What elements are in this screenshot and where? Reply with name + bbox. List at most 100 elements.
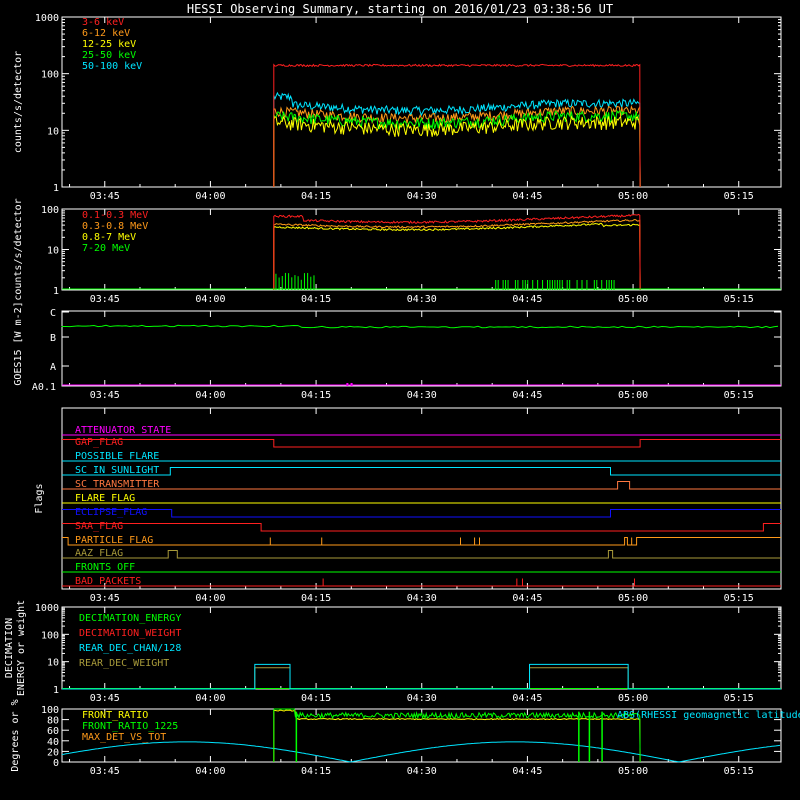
page-title: HESSI Observing Summary, starting on 201…: [187, 2, 613, 16]
legend-entry: 12-25 keV: [82, 39, 136, 50]
legend-entry: 0.3-0.8 MeV: [82, 221, 148, 232]
goes-mark: [350, 383, 353, 386]
y-tick-label: C: [50, 308, 56, 319]
y-tick-label: 80: [47, 716, 59, 727]
legend-entry: DECIMATION_WEIGHT: [79, 628, 181, 639]
x-tick-label: 04:30: [407, 693, 437, 704]
flag-line: [62, 439, 781, 448]
flag-label: BAD_PACKETS: [75, 576, 141, 587]
x-tick-label: 04:45: [512, 390, 542, 401]
x-tick-label: 05:00: [618, 191, 648, 202]
flag-label: SAA_FLAG: [75, 521, 123, 532]
x-tick-label: 04:15: [301, 693, 331, 704]
y-tick-label: 10: [47, 126, 59, 137]
x-tick-label: 04:30: [407, 766, 437, 777]
panel-goes: 03:45 04:00 04:15 04:30 04:45 05:00 05:15 A0.1 A…: [13, 301, 782, 401]
y-tick-label: 1: [53, 685, 59, 696]
legend-entry: 6-12 keV: [82, 28, 130, 39]
legend-entry: 0.1-0.3 MeV: [82, 210, 148, 221]
flag-line: [62, 523, 781, 532]
goes-mark: [346, 383, 349, 386]
legend-entry: 3-6 keV: [82, 17, 124, 28]
y-tick-label: 10: [47, 658, 59, 669]
plot-frame: [61, 208, 782, 291]
y-tick-label: 20: [47, 747, 59, 758]
x-tick-label: 05:15: [724, 693, 754, 704]
observing-summary-figure: HESSI Observing Summary, starting on 201…: [4, 2, 800, 777]
x-tick-label: 04:30: [407, 593, 437, 604]
x-tick-label: 04:00: [195, 191, 225, 202]
panel-lightcurve-high: 03:45 04:00 04:15 04:30 04:45 05:00 05:15 1 10 10…: [13, 198, 782, 305]
legend-entry: REAR_DEC_CHAN/128: [79, 643, 181, 654]
y-tick-label: 0: [53, 758, 59, 769]
y-tick-label: 100: [41, 630, 59, 641]
panel-flags: 03:45 04:00 04:15 04:30 04:45 05:00 05:15 Flags…: [34, 407, 782, 604]
flag-label: AAZ_FLAG: [75, 548, 123, 559]
legend-entry: 25-50 keV: [82, 50, 136, 61]
x-tick-label: 03:45: [90, 593, 120, 604]
x-tick-label: 03:45: [90, 294, 120, 305]
series-line-0.3-0.8: [273, 218, 641, 291]
y-tick-label: 1000: [35, 603, 59, 614]
geomagnetic-latitude-line: [61, 741, 781, 763]
legend-entry: 50-100 keV: [82, 61, 142, 72]
flag-label: ECLIPSE_FLAG: [75, 507, 147, 518]
flag-line: [62, 467, 781, 476]
legend-entry: 0.8-7 MeV: [82, 232, 136, 243]
x-tick-label: 04:15: [301, 766, 331, 777]
flag-label: ATTENUATOR_STATE: [75, 425, 171, 436]
x-tick-label: 04:15: [301, 593, 331, 604]
flag-line: [62, 481, 781, 490]
x-tick-label: 03:45: [90, 766, 120, 777]
y-tick-label: B: [50, 333, 56, 344]
x-tick-label: 04:15: [301, 390, 331, 401]
y-tick-label: 100: [41, 70, 59, 81]
legend-entry: MAX_DET_VS_TOT: [82, 732, 166, 743]
x-tick-label: 04:00: [195, 390, 225, 401]
flag-label: PARTICLE_FLAG: [75, 535, 153, 546]
series-line-12-25: [273, 114, 641, 188]
x-tick-label: 05:15: [724, 191, 754, 202]
x-tick-label: 04:45: [512, 693, 542, 704]
y-tick-label: 100: [41, 705, 59, 716]
legend-entry: 7-20 MeV: [82, 243, 130, 254]
legend-entry: FRONT_RATIO_1225: [82, 721, 178, 732]
x-tick-label: 03:45: [90, 693, 120, 704]
x-tick-label: 05:00: [618, 294, 648, 305]
front-ratio-line: [273, 709, 641, 763]
legend-entry: DECIMATION_ENERGY: [79, 613, 181, 624]
flag-label: SC_IN_SUNLIGHT: [75, 465, 159, 476]
y-axis-label: counts/s/detector: [13, 198, 24, 300]
x-tick-label: 04:30: [407, 390, 437, 401]
x-tick-label: 04:00: [195, 766, 225, 777]
y-tick-label: A0.1: [32, 382, 56, 393]
x-tick-label: 05:00: [618, 766, 648, 777]
x-tick-label: 04:00: [195, 593, 225, 604]
plot-frame: [61, 310, 782, 387]
flag-label: FLARE_FLAG: [75, 493, 135, 504]
x-tick-label: 04:30: [407, 294, 437, 305]
y-tick-label: 40: [47, 737, 59, 748]
flag-label: POSSIBLE_FLARE: [75, 451, 159, 462]
y-axis-label: DECIMATION: [4, 618, 15, 678]
x-tick-label: 05:15: [724, 593, 754, 604]
x-tick-label: 04:45: [512, 766, 542, 777]
panel-ratios: 03:45 04:00 04:15 04:30 04:45 05:00 05:15 Degre…: [10, 699, 800, 777]
series-line-25-50: [273, 109, 641, 188]
y-tick-label: A: [50, 362, 56, 373]
x-tick-label: 04:45: [512, 593, 542, 604]
legend-entry: FRONT_RATIO: [82, 710, 148, 721]
x-tick-label: 05:15: [724, 294, 754, 305]
panel-decimation: 03:45 04:00 04:15 04:30 04:45 05:00 05:15 1 10 10…: [4, 600, 782, 704]
series-spikes-7-20: [275, 272, 615, 290]
panel-lightcurve-low: 03:45 04:00 04:15 04:30 04:45 05:00 05:15 1 10 10…: [13, 13, 782, 202]
x-tick-label: 03:45: [90, 191, 120, 202]
series-line-0.8-7: [273, 222, 641, 291]
y-axis-label: GOES15 [W m-2]: [13, 301, 24, 385]
x-tick-label: 05:15: [724, 766, 754, 777]
plot-frame: [61, 16, 782, 188]
y-tick-label: 60: [47, 726, 59, 737]
x-tick-label: 04:00: [195, 294, 225, 305]
x-tick-label: 04:45: [512, 191, 542, 202]
flag-line: [62, 550, 781, 559]
